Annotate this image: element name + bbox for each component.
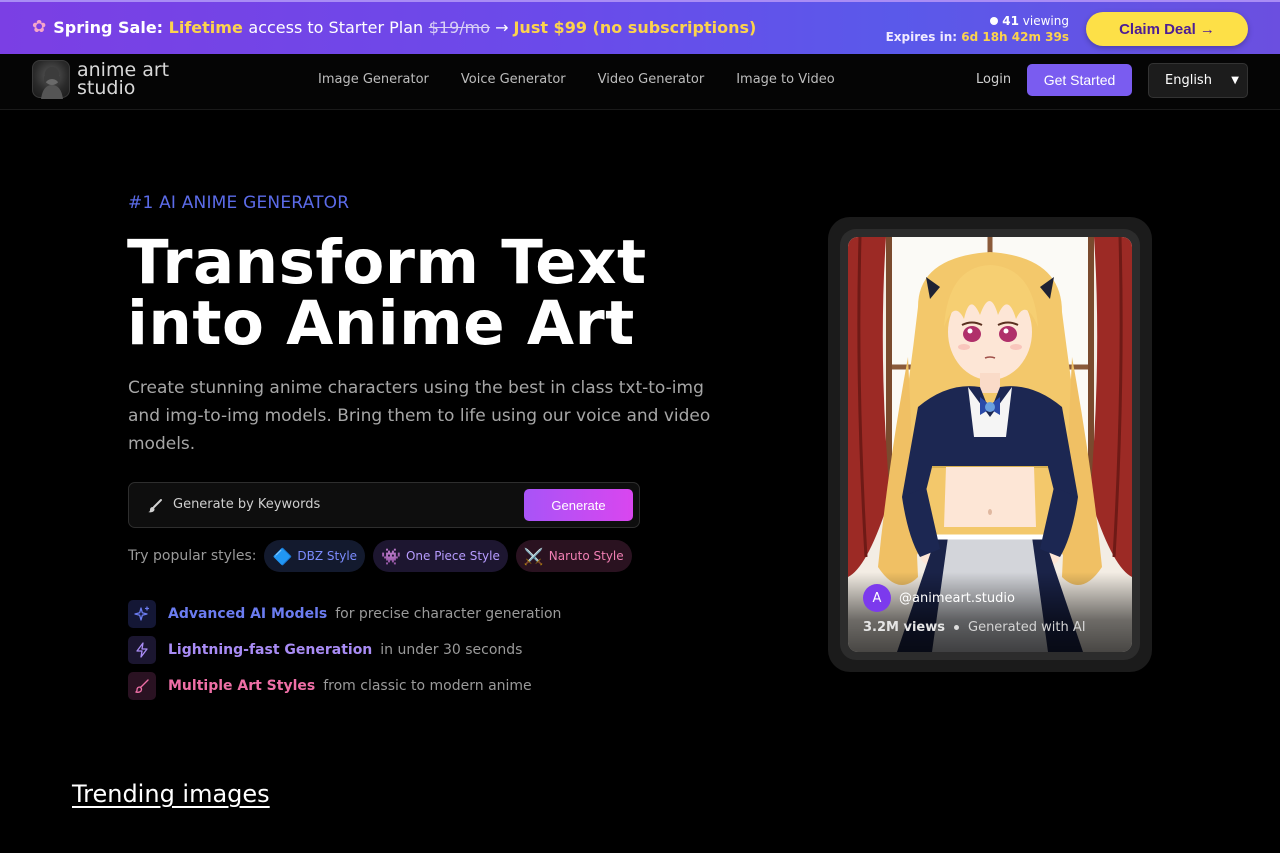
nav-link-video-generator[interactable]: Video Generator bbox=[598, 72, 705, 87]
keyword-generator: Generate by Keywords Generate bbox=[128, 482, 640, 528]
showcase-card: A @animeart.studio 3.2M views Generated … bbox=[828, 217, 1152, 672]
diamond-icon: 🔷 bbox=[272, 546, 293, 566]
feature-desc: in under 30 seconds bbox=[380, 642, 523, 658]
crossed-swords-icon: ⚔️ bbox=[523, 546, 544, 566]
language-select[interactable]: English ▼ bbox=[1148, 63, 1248, 98]
viewing-count: 41 bbox=[1002, 14, 1019, 28]
viewing-indicator: 41 viewing bbox=[886, 13, 1069, 29]
language-value: English bbox=[1165, 73, 1212, 88]
promo-label: Spring Sale: bbox=[53, 17, 164, 37]
style-chip-one-piece[interactable]: 👾 One Piece Style bbox=[373, 540, 508, 572]
feature-title: Multiple Art Styles bbox=[168, 678, 316, 694]
style-chip-label: One Piece Style bbox=[405, 549, 500, 563]
expires-label: Expires in: bbox=[885, 30, 958, 44]
promo-message: ✿ Spring Sale: Lifetime access to Starte… bbox=[32, 17, 756, 37]
logo-icon bbox=[32, 60, 70, 99]
promo-countdown: 41 viewing Expires in: 6d 18h 42m 39s bbox=[886, 13, 1069, 45]
nav-links: Image Generator Voice Generator Video Ge… bbox=[318, 72, 867, 87]
logo[interactable]: anime art studio bbox=[32, 60, 169, 99]
hero-title-line-2: into Anime Art bbox=[127, 288, 635, 359]
nav-link-image-to-video[interactable]: Image to Video bbox=[736, 72, 834, 87]
hero-eyebrow: #1 AI ANIME GENERATOR bbox=[128, 193, 350, 213]
hero-description: Create stunning anime characters using t… bbox=[128, 378, 711, 454]
brush-icon bbox=[147, 498, 163, 514]
feature-title: Advanced AI Models bbox=[168, 606, 328, 622]
promo-text: access to Starter Plan bbox=[248, 17, 424, 37]
feature-item: Advanced AI Models for precise character… bbox=[128, 600, 561, 628]
promo-old-price: $19/mo bbox=[428, 17, 491, 37]
hero-title: Transform Text into Anime Art bbox=[127, 232, 647, 354]
sparkles-icon bbox=[128, 600, 156, 628]
expires-row: Expires in: 6d 18h 42m 39s bbox=[886, 29, 1069, 45]
style-chip-label: DBZ Style bbox=[297, 549, 358, 563]
feature-desc: from classic to modern anime bbox=[323, 678, 532, 694]
generated-label: Generated with AI bbox=[968, 620, 1086, 635]
showcase-frame: A @animeart.studio 3.2M views Generated … bbox=[840, 229, 1140, 660]
styles-label: Try popular styles: bbox=[128, 548, 257, 564]
style-chip-label: Naruto Style bbox=[548, 549, 624, 563]
view-count: 3.2M views bbox=[863, 620, 945, 635]
showcase-image[interactable]: A @animeart.studio 3.2M views Generated … bbox=[848, 237, 1132, 652]
promo-arrow: → bbox=[495, 17, 509, 37]
nav-link-image-generator[interactable]: Image Generator bbox=[318, 72, 429, 87]
chevron-down-icon: ▼ bbox=[1231, 75, 1239, 86]
brush-icon bbox=[128, 672, 156, 700]
nav-link-voice-generator[interactable]: Voice Generator bbox=[461, 72, 566, 87]
live-dot-icon bbox=[990, 17, 999, 25]
promo-new-price: Just $99 (no subscriptions) bbox=[513, 17, 757, 37]
promo-highlight: Lifetime bbox=[168, 17, 243, 37]
author-handle[interactable]: @animeart.studio bbox=[899, 591, 1015, 606]
hero-title-line-1: Transform Text bbox=[127, 227, 647, 298]
feature-list: Advanced AI Models for precise character… bbox=[128, 600, 561, 708]
trending-heading[interactable]: Trending images bbox=[72, 780, 270, 808]
feature-item: Multiple Art Styles from classic to mode… bbox=[128, 672, 561, 700]
feature-desc: for precise character generation bbox=[335, 606, 562, 622]
avatar[interactable]: A bbox=[863, 584, 891, 612]
generate-button[interactable]: Generate bbox=[524, 489, 633, 521]
author-row: A @animeart.studio bbox=[863, 584, 1015, 612]
cherry-blossom-icon: ✿ bbox=[32, 17, 47, 37]
style-chip-dbz[interactable]: 🔷 DBZ Style bbox=[264, 540, 366, 572]
feature-title: Lightning-fast Generation bbox=[168, 642, 373, 658]
viewing-label: viewing bbox=[1022, 14, 1069, 28]
get-started-button[interactable]: Get Started bbox=[1027, 64, 1132, 96]
logo-line-2: studio bbox=[77, 77, 136, 99]
style-chip-naruto[interactable]: ⚔️ Naruto Style bbox=[515, 540, 632, 572]
login-link[interactable]: Login bbox=[976, 72, 1011, 87]
separator-dot bbox=[954, 625, 959, 630]
top-nav: anime art studio Image Generator Voice G… bbox=[0, 54, 1280, 110]
expires-time: 6d 18h 42m 39s bbox=[961, 30, 1069, 44]
popular-styles: Try popular styles: 🔷 DBZ Style 👾 One Pi… bbox=[128, 540, 640, 572]
stats-row: 3.2M views Generated with AI bbox=[863, 620, 1086, 635]
keywords-input[interactable]: Generate by Keywords bbox=[173, 497, 320, 512]
alien-monster-icon: 👾 bbox=[381, 546, 401, 566]
logo-text: anime art studio bbox=[77, 61, 169, 99]
feature-item: Lightning-fast Generation in under 30 se… bbox=[128, 636, 561, 664]
lightning-icon bbox=[128, 636, 156, 664]
claim-deal-button[interactable]: Claim Deal → bbox=[1086, 12, 1248, 46]
promo-banner: ✿ Spring Sale: Lifetime access to Starte… bbox=[0, 0, 1280, 54]
